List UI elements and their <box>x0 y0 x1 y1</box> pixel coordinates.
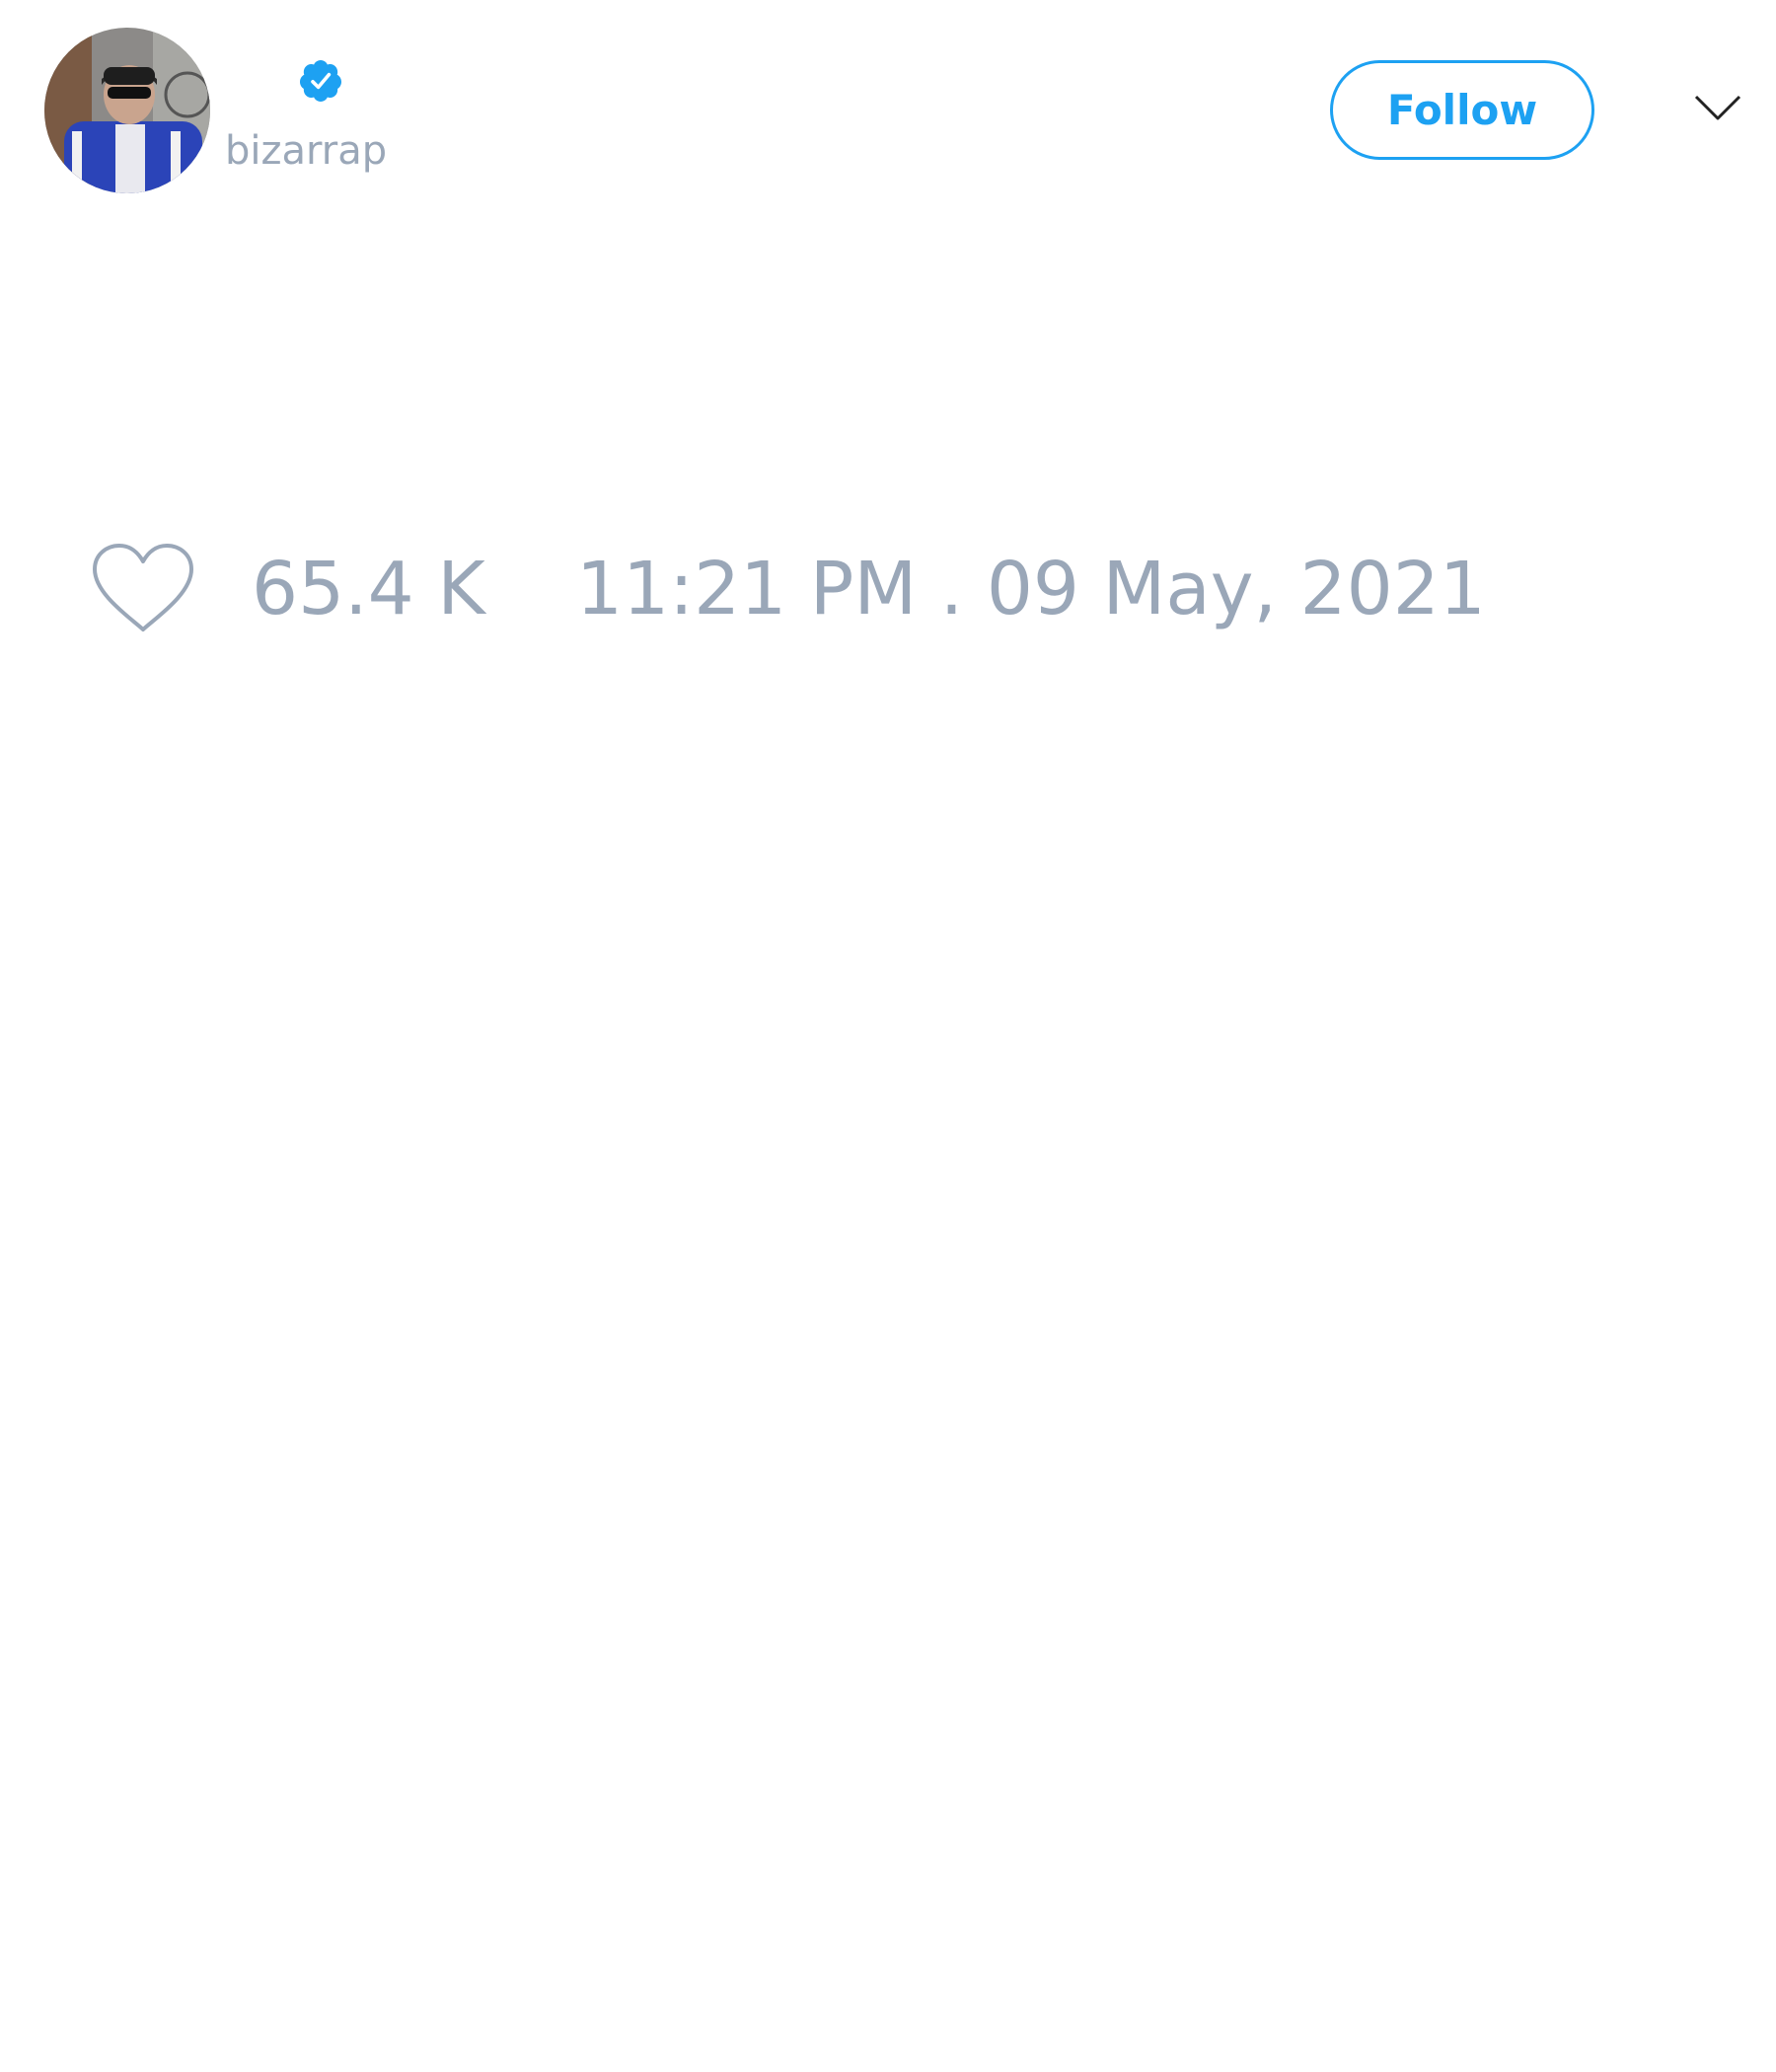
like-count: 65.4 K <box>252 547 485 631</box>
follow-button[interactable]: Follow <box>1330 60 1594 160</box>
avatar-photo <box>44 28 210 193</box>
avatar[interactable] <box>44 28 210 193</box>
author-handle[interactable]: bizarrap <box>225 126 387 176</box>
chevron-down-icon[interactable] <box>1693 91 1742 126</box>
tweet-timestamp[interactable]: 11:21 PM . 09 May, 2021 <box>576 548 1486 630</box>
verified-badge-icon <box>299 60 341 102</box>
heart-outline-icon[interactable] <box>91 543 195 635</box>
